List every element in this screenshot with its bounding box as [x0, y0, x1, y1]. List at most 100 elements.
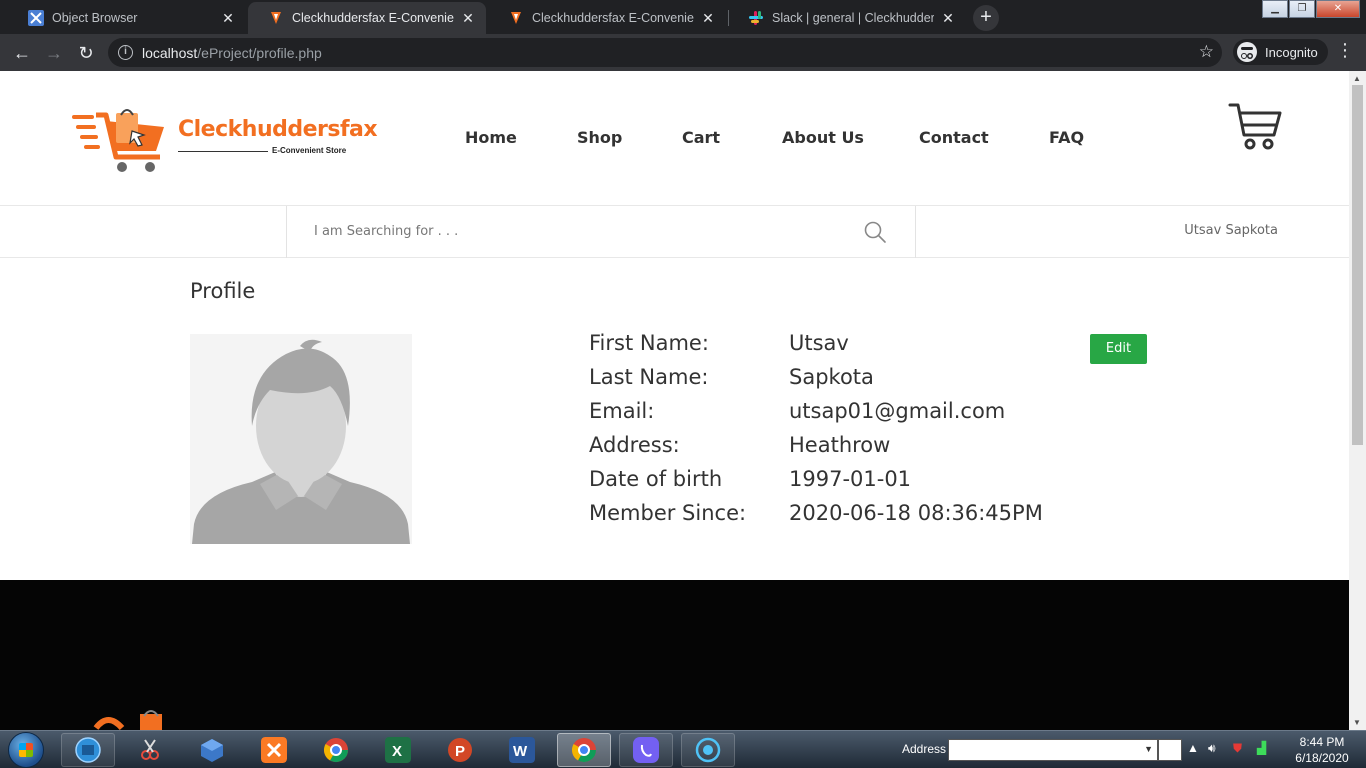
- new-tab-button[interactable]: +: [973, 5, 999, 31]
- edit-profile-button[interactable]: Edit: [1090, 334, 1147, 364]
- nav-home[interactable]: Home: [465, 128, 517, 147]
- taskbar-excel[interactable]: X: [371, 733, 425, 767]
- close-tab-icon[interactable]: ✕: [940, 10, 956, 27]
- browser-menu-icon[interactable]: ⋮: [1336, 40, 1354, 61]
- footer-logo-icon: [93, 710, 162, 730]
- address-bar[interactable]: i localhost/eProject/profile.php ☆: [108, 38, 1222, 67]
- nav-faq[interactable]: FAQ: [1049, 128, 1084, 147]
- profile-section: Profile First Name: Utsav Last Name: Sap…: [0, 259, 1349, 580]
- detail-row-member-since: Member Since: 2020-06-18 08:36:45PM: [589, 501, 1149, 535]
- taskbar-address-input[interactable]: ▼: [948, 739, 1158, 761]
- scroll-down-icon[interactable]: ▼: [1353, 718, 1361, 727]
- search-box: [286, 206, 916, 258]
- nav-cart[interactable]: Cart: [682, 128, 720, 147]
- profile-details: First Name: Utsav Last Name: Sapkota Ema…: [589, 331, 1149, 535]
- site-footer: [0, 580, 1349, 730]
- browser-toolbar: ← → ↻ i localhost/eProject/profile.php ☆…: [0, 34, 1366, 71]
- taskbar-viber[interactable]: [619, 733, 673, 767]
- close-tab-icon[interactable]: ✕: [220, 10, 236, 27]
- tab-title: Slack | general | Cleckhuddersfax: [772, 11, 934, 25]
- site-favicon-icon: [268, 10, 284, 26]
- tab-title: Cleckhuddersfax E-Convenient St: [292, 11, 454, 25]
- tab-slack[interactable]: Slack | general | Cleckhuddersfax ✕: [728, 2, 966, 34]
- dropdown-arrow-icon[interactable]: ▼: [1144, 744, 1153, 754]
- network-signal-icon[interactable]: ▟: [1257, 741, 1266, 755]
- close-tab-icon[interactable]: ✕: [460, 10, 476, 27]
- security-shield-icon[interactable]: ⛊: [1233, 741, 1242, 756]
- last-name-value: Sapkota: [789, 365, 874, 389]
- url-path: /eProject/profile.php: [197, 45, 322, 61]
- logo-name: Cleckhuddersfax: [178, 117, 378, 142]
- search-bar-row: Utsav Sapkota: [0, 206, 1349, 258]
- member-since-label: Member Since:: [589, 501, 747, 525]
- last-name-label: Last Name:: [589, 365, 709, 389]
- taskbar-virtualbox[interactable]: [185, 733, 239, 767]
- taskbar-explorer[interactable]: [61, 733, 115, 767]
- search-input[interactable]: [287, 206, 857, 256]
- cube-app-icon: [201, 739, 223, 762]
- reload-icon[interactable]: ↻: [73, 40, 99, 66]
- slack-favicon-icon: [748, 10, 764, 26]
- bookmark-star-icon[interactable]: ☆: [1199, 42, 1214, 62]
- minimize-window-button[interactable]: ▁: [1262, 0, 1288, 18]
- tab-cleckhuddersfax-active[interactable]: Cleckhuddersfax E-Convenient St ✕: [248, 2, 486, 34]
- start-button[interactable]: [8, 732, 44, 768]
- close-tab-icon[interactable]: ✕: [700, 10, 716, 27]
- default-user-avatar-icon: [190, 334, 412, 544]
- show-hidden-icons-icon[interactable]: ▲: [1187, 741, 1199, 755]
- taskbar-address-label: Address: [902, 742, 947, 756]
- taskbar-chrome[interactable]: [309, 733, 363, 767]
- system-clock[interactable]: 8:44 PM 6/18/2020: [1282, 734, 1362, 766]
- cart-icon[interactable]: [1228, 101, 1282, 151]
- tab-strip: Object Browser ✕ Cleckhuddersfax E-Conve…: [0, 0, 1366, 34]
- incognito-indicator[interactable]: Incognito: [1233, 39, 1328, 65]
- date-of-birth-value: 1997-01-01: [789, 467, 912, 491]
- svg-text:W: W: [513, 743, 528, 760]
- scroll-up-icon[interactable]: ▲: [1353, 74, 1361, 83]
- chrome-app-icon: [571, 738, 596, 763]
- back-arrow-icon[interactable]: ←: [9, 40, 35, 66]
- site-favicon-icon: [508, 10, 524, 26]
- url-text[interactable]: localhost/eProject/profile.php: [142, 45, 322, 61]
- close-window-button[interactable]: ✕: [1316, 0, 1360, 18]
- tab-object-browser[interactable]: Object Browser ✕: [8, 2, 246, 34]
- incognito-label: Incognito: [1265, 44, 1318, 60]
- nav-about-us[interactable]: About Us: [782, 128, 864, 147]
- taskbar-snipping-tool[interactable]: [123, 733, 177, 767]
- scissors-app-icon: [141, 739, 159, 760]
- page-scrollbar[interactable]: ▲ ▼: [1349, 71, 1366, 730]
- address-label: Address:: [589, 433, 680, 457]
- first-name-label: First Name:: [589, 331, 709, 355]
- member-since-value: 2020-06-18 08:36:45PM: [789, 501, 1043, 525]
- taskbar-xampp[interactable]: [247, 733, 301, 767]
- site-info-icon[interactable]: i: [118, 45, 133, 60]
- tab-title: Cleckhuddersfax E-Convenient St: [532, 11, 694, 25]
- xampp-app-icon: [261, 737, 287, 763]
- taskbar-address-go-button[interactable]: [1158, 739, 1182, 761]
- excel-app-icon: X: [385, 737, 411, 763]
- detail-row-address: Address: Heathrow: [589, 433, 1149, 467]
- detail-row-first-name: First Name: Utsav: [589, 331, 1149, 365]
- site-logo[interactable]: Cleckhuddersfax E-Convenient Store: [72, 105, 378, 177]
- volume-icon[interactable]: 🔊︎: [1208, 741, 1216, 756]
- logo-tagline: E-Convenient Store: [272, 146, 347, 155]
- detail-row-date-of-birth: Date of birth 1997-01-01: [589, 467, 1149, 501]
- search-icon[interactable]: [863, 220, 887, 244]
- url-host: localhost: [142, 45, 198, 61]
- logged-in-user-name[interactable]: Utsav Sapkota: [1184, 223, 1278, 238]
- forward-arrow-icon[interactable]: →: [41, 40, 67, 66]
- scrollbar-thumb[interactable]: [1352, 85, 1363, 445]
- address-value: Heathrow: [789, 433, 891, 457]
- restore-window-button[interactable]: ❐: [1289, 0, 1315, 18]
- nav-shop[interactable]: Shop: [577, 128, 622, 147]
- nav-contact[interactable]: Contact: [919, 128, 989, 147]
- viber-app-icon: [633, 737, 659, 763]
- email-value: utsap01@gmail.com: [789, 399, 1006, 423]
- incognito-icon: [1237, 42, 1257, 62]
- windows-taskbar: X P W Address ▼ ▲ 🔊︎ ⛊ ▟ 8:44 PM 6/18/20…: [0, 730, 1366, 768]
- taskbar-powerpoint[interactable]: P: [433, 733, 487, 767]
- tab-cleckhuddersfax[interactable]: Cleckhuddersfax E-Convenient St ✕: [488, 2, 726, 34]
- taskbar-eye-app[interactable]: [681, 733, 735, 767]
- taskbar-chrome-active[interactable]: [557, 733, 611, 767]
- taskbar-word[interactable]: W: [495, 733, 549, 767]
